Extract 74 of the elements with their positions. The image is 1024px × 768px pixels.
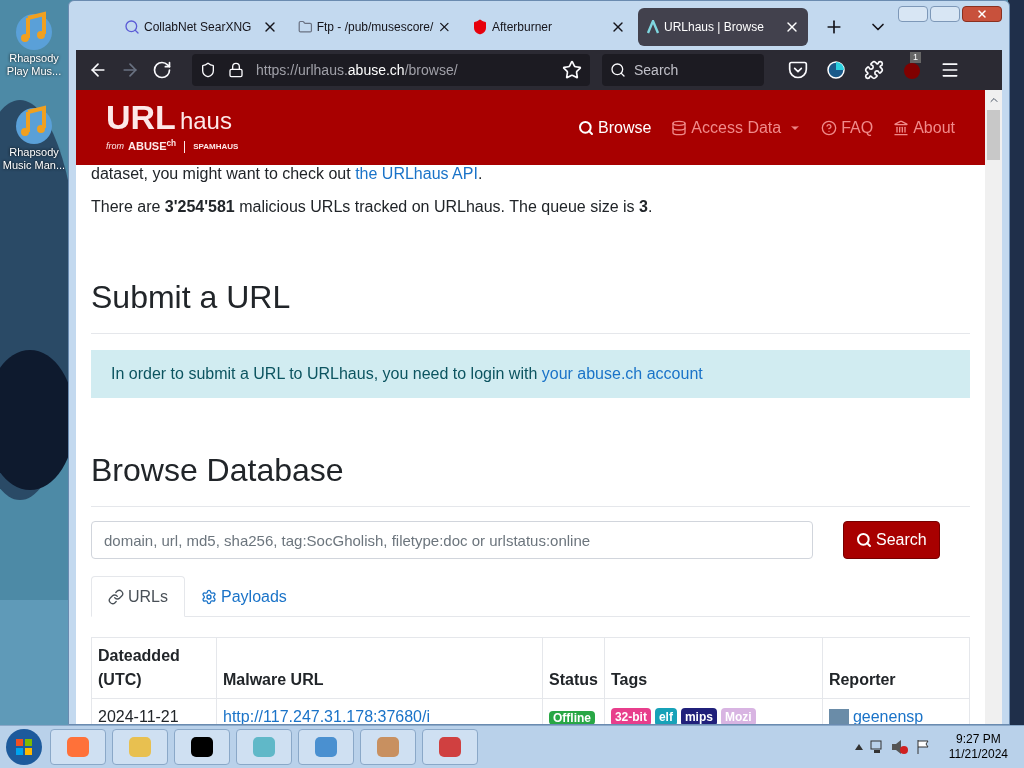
browser-tab[interactable]: URLhaus | Browse <box>638 8 808 46</box>
search-button[interactable]: Search <box>843 521 940 559</box>
desktop-icon-label[interactable]: Rhapsody Play Mus... <box>1 52 67 78</box>
app-icon <box>251 735 277 759</box>
pocket-icon[interactable] <box>788 60 808 80</box>
lambda-icon <box>646 20 660 34</box>
tag-badge[interactable]: 32-bit <box>610 708 651 724</box>
browser-tab[interactable]: Ftp - /pub/musescore/ <box>290 8 460 46</box>
column-header: Reporter <box>822 637 970 699</box>
alert-text: In order to submit a URL to URLhaus, you need to login with your abuse.ch account <box>111 364 704 384</box>
content-tab[interactable]: URLs <box>91 576 185 617</box>
reload-icon[interactable] <box>152 60 172 80</box>
app-icon <box>375 735 401 759</box>
tab-title: Afterburner <box>492 19 554 36</box>
search-icon <box>856 532 872 548</box>
nav-link[interactable]: Browse <box>578 115 652 140</box>
taskbar-app-button[interactable] <box>174 729 230 765</box>
url-text: https://urlhaus.abuse.ch/browse/ <box>256 60 459 80</box>
account-link[interactable]: your abuse.ch account <box>541 365 703 382</box>
search-icon <box>578 119 594 136</box>
folder-icon <box>298 19 313 35</box>
desktop-icon-label[interactable]: Rhapsody Music Man... <box>1 146 67 172</box>
app-icon <box>313 735 339 759</box>
tray-arrow-icon[interactable] <box>854 744 863 750</box>
notification-badge: 1 <box>910 52 921 63</box>
link-icon <box>108 588 124 605</box>
puzzle-icon[interactable] <box>864 60 884 80</box>
tag-badge[interactable]: mips <box>680 708 717 724</box>
bookmark-star-icon[interactable] <box>562 60 582 80</box>
network-icon[interactable] <box>868 739 885 755</box>
search-placeholder: Search <box>634 60 679 80</box>
search-icon <box>124 19 140 35</box>
scrollbar[interactable] <box>985 90 1002 724</box>
clock[interactable]: 9:27 PM 11/21/2024 <box>936 732 1020 762</box>
urlhaus-logo[interactable]: URL haus from ABUSE$^{ch}$ SPAMHAUS <box>106 100 239 155</box>
tab-title: CollabNet SearXNG <box>144 19 253 36</box>
section-heading: Browse Database <box>91 446 970 507</box>
flag-icon[interactable] <box>914 739 931 755</box>
column-header: Tags <box>604 637 823 699</box>
shield-icon <box>200 62 216 78</box>
column-header: Dateadded (UTC) <box>91 637 217 699</box>
muted-speaker-icon[interactable] <box>890 739 909 755</box>
search-input[interactable]: domain, url, md5, sha256, tag:SocGholish, filetype:doc or urlstatus:online <box>91 521 813 559</box>
browser-tab[interactable]: Afterburner <box>464 8 634 46</box>
globe-icon[interactable] <box>826 60 846 80</box>
help-icon <box>821 119 838 136</box>
building-icon <box>893 119 910 136</box>
column-header: Malware URL <box>216 637 543 699</box>
address-bar[interactable]: https://urlhaus.abuse.ch/browse/ <box>192 54 590 86</box>
app-icon <box>65 735 91 759</box>
stats-text: There are 3'254'581 malicious URLs tracked on URLhaus. The queue size is 3. <box>91 197 654 217</box>
search-field[interactable]: Search <box>602 54 764 86</box>
browser-tab[interactable]: CollabNet SearXNG <box>116 8 286 46</box>
tab-title: URLhaus | Browse <box>664 19 765 36</box>
shield-icon <box>472 19 488 35</box>
lock-icon <box>228 62 244 78</box>
start-button[interactable] <box>4 727 44 767</box>
api-link[interactable]: the URLhaus API <box>355 165 478 182</box>
search-icon <box>610 62 626 78</box>
close-icon <box>976 8 988 20</box>
section-heading: Submit a URL <box>91 273 970 334</box>
close-button[interactable] <box>962 6 1002 22</box>
column-header: Status <box>542 637 605 699</box>
scrollbar-thumb[interactable] <box>987 110 1000 160</box>
database-icon <box>671 119 688 136</box>
intro-text: dataset, you might want to check out the URLhaus API. <box>91 165 483 183</box>
content-tab[interactable]: Payloads <box>185 576 303 617</box>
tab-title: Ftp - /pub/musescore/ <box>316 19 434 36</box>
app-icon <box>437 735 463 759</box>
app-icon <box>127 735 153 759</box>
menu-icon[interactable] <box>940 60 960 80</box>
gear-icon <box>201 588 217 605</box>
app-icon <box>189 735 215 759</box>
status-badge: Offline <box>549 711 595 724</box>
